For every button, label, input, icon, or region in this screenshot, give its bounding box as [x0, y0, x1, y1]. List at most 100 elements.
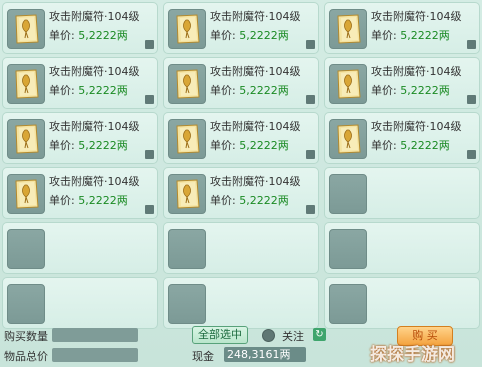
item-price: 单价: 5,2222两 — [371, 137, 450, 153]
item-price: 单价: 5,2222两 — [210, 27, 289, 43]
item-slot[interactable] — [7, 9, 45, 49]
item-cell[interactable]: 攻击附魔符·104级 单价: 5,2222两 — [2, 167, 158, 219]
price-value: 5,2222两 — [239, 29, 289, 42]
market-panel: 攻击附魔符·104级 单价: 5,2222两 攻击附魔符·104级 单价: 5,222… — [0, 0, 482, 367]
item-name: 攻击附魔符·104级 — [210, 65, 301, 78]
item-price: 单价: 5,2222两 — [371, 27, 450, 43]
item-slot[interactable] — [329, 9, 367, 49]
item-cell[interactable]: 攻击附魔符·104级 单价: 5,2222两 — [163, 2, 319, 54]
price-value: 5,2222两 — [78, 194, 128, 207]
item-slot[interactable] — [329, 174, 367, 214]
total-price-field — [52, 348, 138, 362]
item-slot[interactable] — [168, 229, 206, 269]
follow-radio-icon[interactable] — [262, 329, 275, 342]
item-slot[interactable] — [7, 229, 45, 269]
select-checkbox[interactable] — [306, 150, 315, 159]
price-label: 单价: — [210, 139, 236, 152]
select-checkbox[interactable] — [145, 40, 154, 49]
item-cell[interactable]: 攻击附魔符·104级 单价: 5,2222两 — [324, 112, 480, 164]
price-value: 5,2222两 — [239, 139, 289, 152]
item-slot[interactable] — [7, 174, 45, 214]
item-price: 单价: 5,2222两 — [49, 27, 128, 43]
item-slot[interactable] — [7, 284, 45, 324]
item-name: 攻击附魔符·104级 — [371, 65, 462, 78]
enchant-scroll-icon — [337, 124, 361, 154]
select-checkbox[interactable] — [306, 95, 315, 104]
price-label: 单价: — [49, 139, 75, 152]
item-name: 攻击附魔符·104级 — [49, 65, 140, 78]
item-price: 单价: 5,2222两 — [371, 82, 450, 98]
empty-cell[interactable] — [324, 167, 480, 219]
select-checkbox[interactable] — [467, 95, 476, 104]
item-slot[interactable] — [7, 119, 45, 159]
item-cell[interactable]: 攻击附魔符·104级 单价: 5,2222两 — [163, 167, 319, 219]
enchant-scroll-icon — [15, 179, 39, 209]
price-label: 单价: — [210, 84, 236, 97]
item-slot[interactable] — [329, 119, 367, 159]
item-name: 攻击附魔符·104级 — [210, 175, 301, 188]
item-slot[interactable] — [168, 284, 206, 324]
follow-label: 关注 — [282, 330, 304, 343]
item-price: 单价: 5,2222两 — [210, 137, 289, 153]
price-value: 5,2222两 — [239, 84, 289, 97]
item-slot[interactable] — [168, 64, 206, 104]
enchant-scroll-icon — [176, 179, 200, 209]
enchant-scroll-icon — [337, 69, 361, 99]
item-slot[interactable] — [7, 64, 45, 104]
buy-quantity-input[interactable] — [52, 328, 138, 342]
price-value: 5,2222两 — [78, 139, 128, 152]
item-price: 单价: 5,2222两 — [49, 192, 128, 208]
select-all-button[interactable]: 全部选中 — [192, 326, 248, 344]
price-label: 单价: — [49, 29, 75, 42]
select-checkbox[interactable] — [145, 205, 154, 214]
price-value: 5,2222两 — [400, 84, 450, 97]
item-price: 单价: 5,2222两 — [49, 82, 128, 98]
item-slot[interactable] — [168, 119, 206, 159]
select-checkbox[interactable] — [306, 40, 315, 49]
empty-cell[interactable] — [324, 222, 480, 274]
price-label: 单价: — [49, 194, 75, 207]
item-slot[interactable] — [168, 174, 206, 214]
price-label: 单价: — [371, 139, 397, 152]
price-label: 单价: — [210, 194, 236, 207]
empty-cell[interactable] — [2, 222, 158, 274]
item-cell[interactable]: 攻击附魔符·104级 单价: 5,2222两 — [324, 57, 480, 109]
item-cell[interactable]: 攻击附魔符·104级 单价: 5,2222两 — [163, 57, 319, 109]
price-label: 单价: — [371, 84, 397, 97]
item-slot[interactable] — [329, 284, 367, 324]
enchant-scroll-icon — [15, 14, 39, 44]
item-price: 单价: 5,2222两 — [49, 137, 128, 153]
item-name: 攻击附魔符·104级 — [210, 120, 301, 133]
item-cell[interactable]: 攻击附魔符·104级 单价: 5,2222两 — [2, 57, 158, 109]
item-cell[interactable]: 攻击附魔符·104级 单价: 5,2222两 — [324, 2, 480, 54]
item-slot[interactable] — [329, 229, 367, 269]
enchant-scroll-icon — [176, 69, 200, 99]
item-price: 单价: 5,2222两 — [210, 192, 289, 208]
item-slot[interactable] — [168, 9, 206, 49]
price-value: 5,2222两 — [239, 194, 289, 207]
item-cell[interactable]: 攻击附魔符·104级 单价: 5,2222两 — [163, 112, 319, 164]
select-checkbox[interactable] — [306, 205, 315, 214]
price-value: 5,2222两 — [400, 29, 450, 42]
item-slot[interactable] — [329, 64, 367, 104]
item-price: 单价: 5,2222两 — [210, 82, 289, 98]
enchant-scroll-icon — [176, 14, 200, 44]
price-value: 5,2222两 — [78, 29, 128, 42]
item-cell[interactable]: 攻击附魔符·104级 单价: 5,2222两 — [2, 112, 158, 164]
select-checkbox[interactable] — [145, 95, 154, 104]
price-label: 单价: — [371, 29, 397, 42]
price-label: 单价: — [210, 29, 236, 42]
watermark: 探探手游网 — [370, 345, 455, 365]
item-name: 攻击附魔符·104级 — [371, 120, 462, 133]
price-label: 单价: — [49, 84, 75, 97]
empty-cell[interactable] — [163, 222, 319, 274]
total-price-label: 物品总价 — [4, 350, 48, 363]
buy-quantity-label: 购买数量 — [4, 330, 48, 343]
item-name: 攻击附魔符·104级 — [210, 10, 301, 23]
item-cell[interactable]: 攻击附魔符·104级 单价: 5,2222两 — [2, 2, 158, 54]
select-checkbox[interactable] — [145, 150, 154, 159]
refresh-icon[interactable]: ↻ — [313, 328, 326, 341]
select-checkbox[interactable] — [467, 40, 476, 49]
select-checkbox[interactable] — [467, 150, 476, 159]
enchant-scroll-icon — [176, 124, 200, 154]
